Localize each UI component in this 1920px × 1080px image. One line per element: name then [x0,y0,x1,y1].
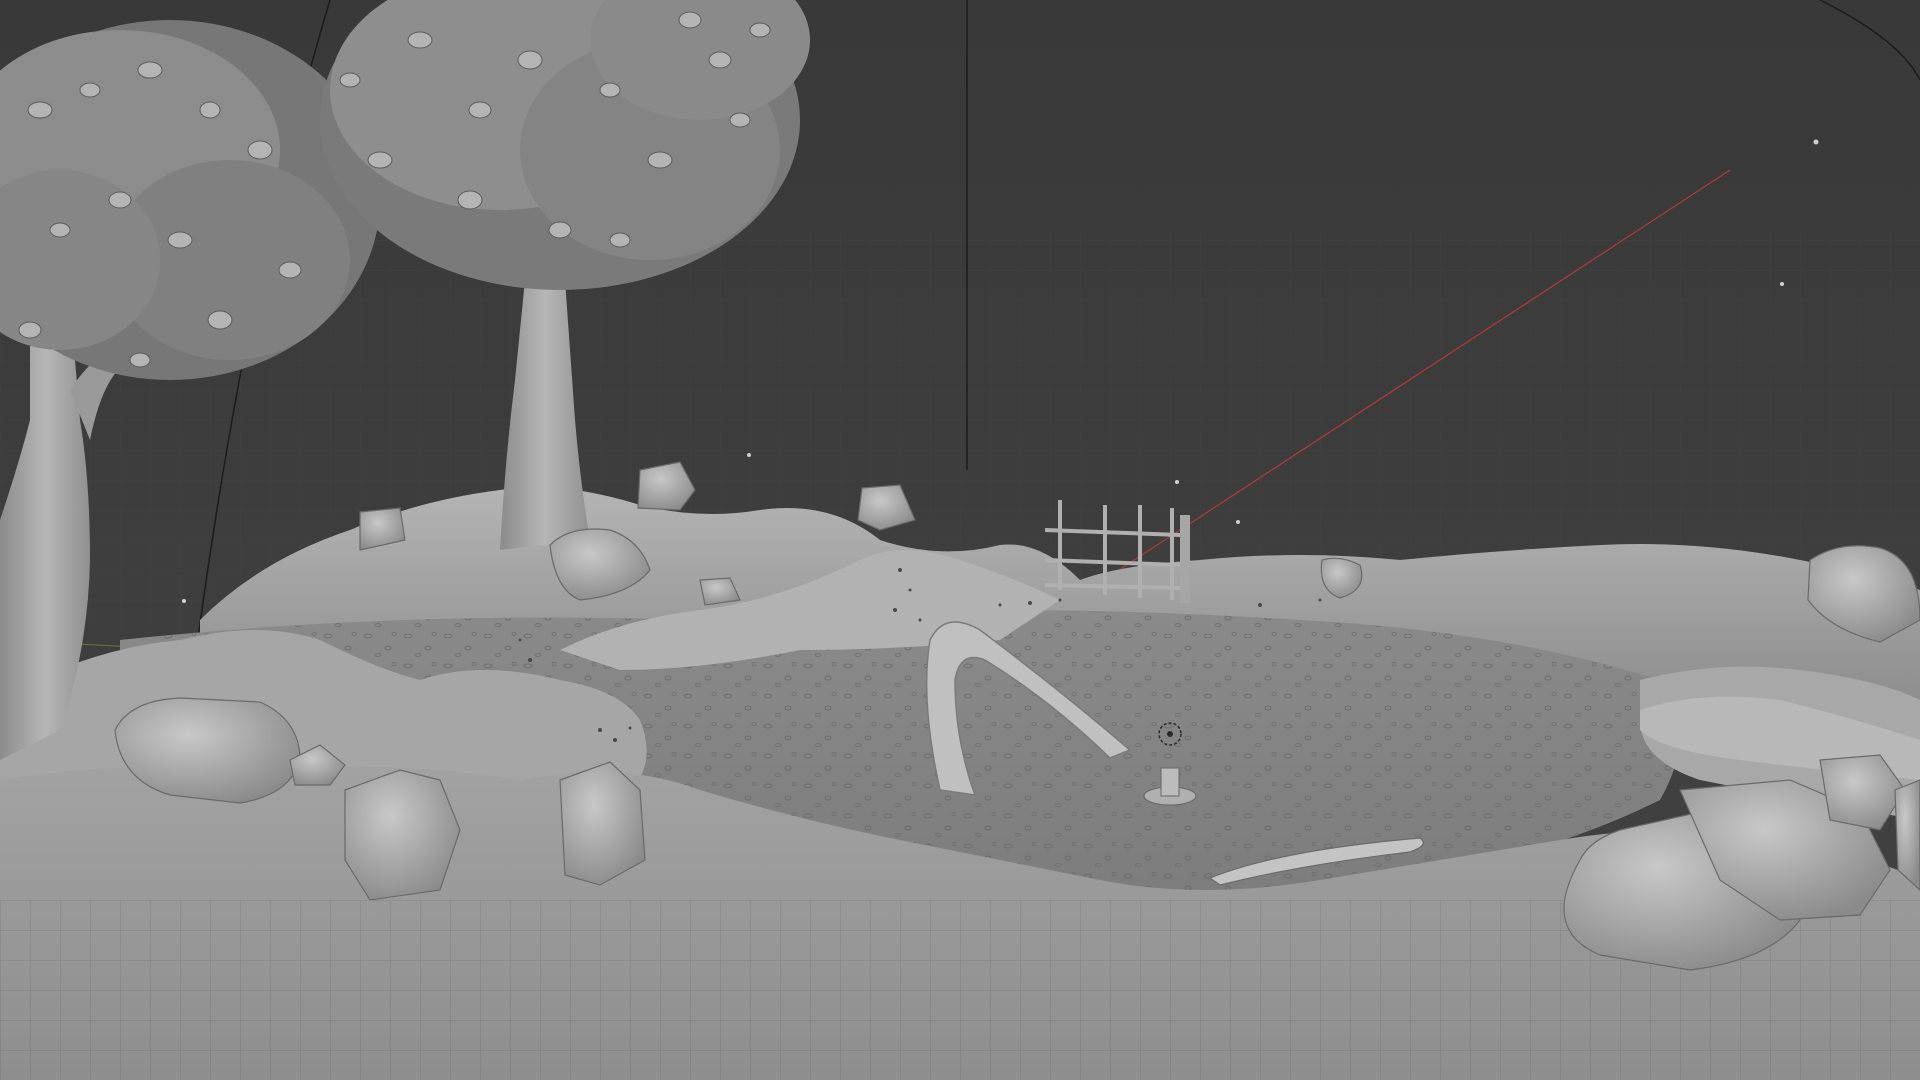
3d-viewport[interactable] [0,0,1920,1080]
fence-post [1180,515,1190,603]
